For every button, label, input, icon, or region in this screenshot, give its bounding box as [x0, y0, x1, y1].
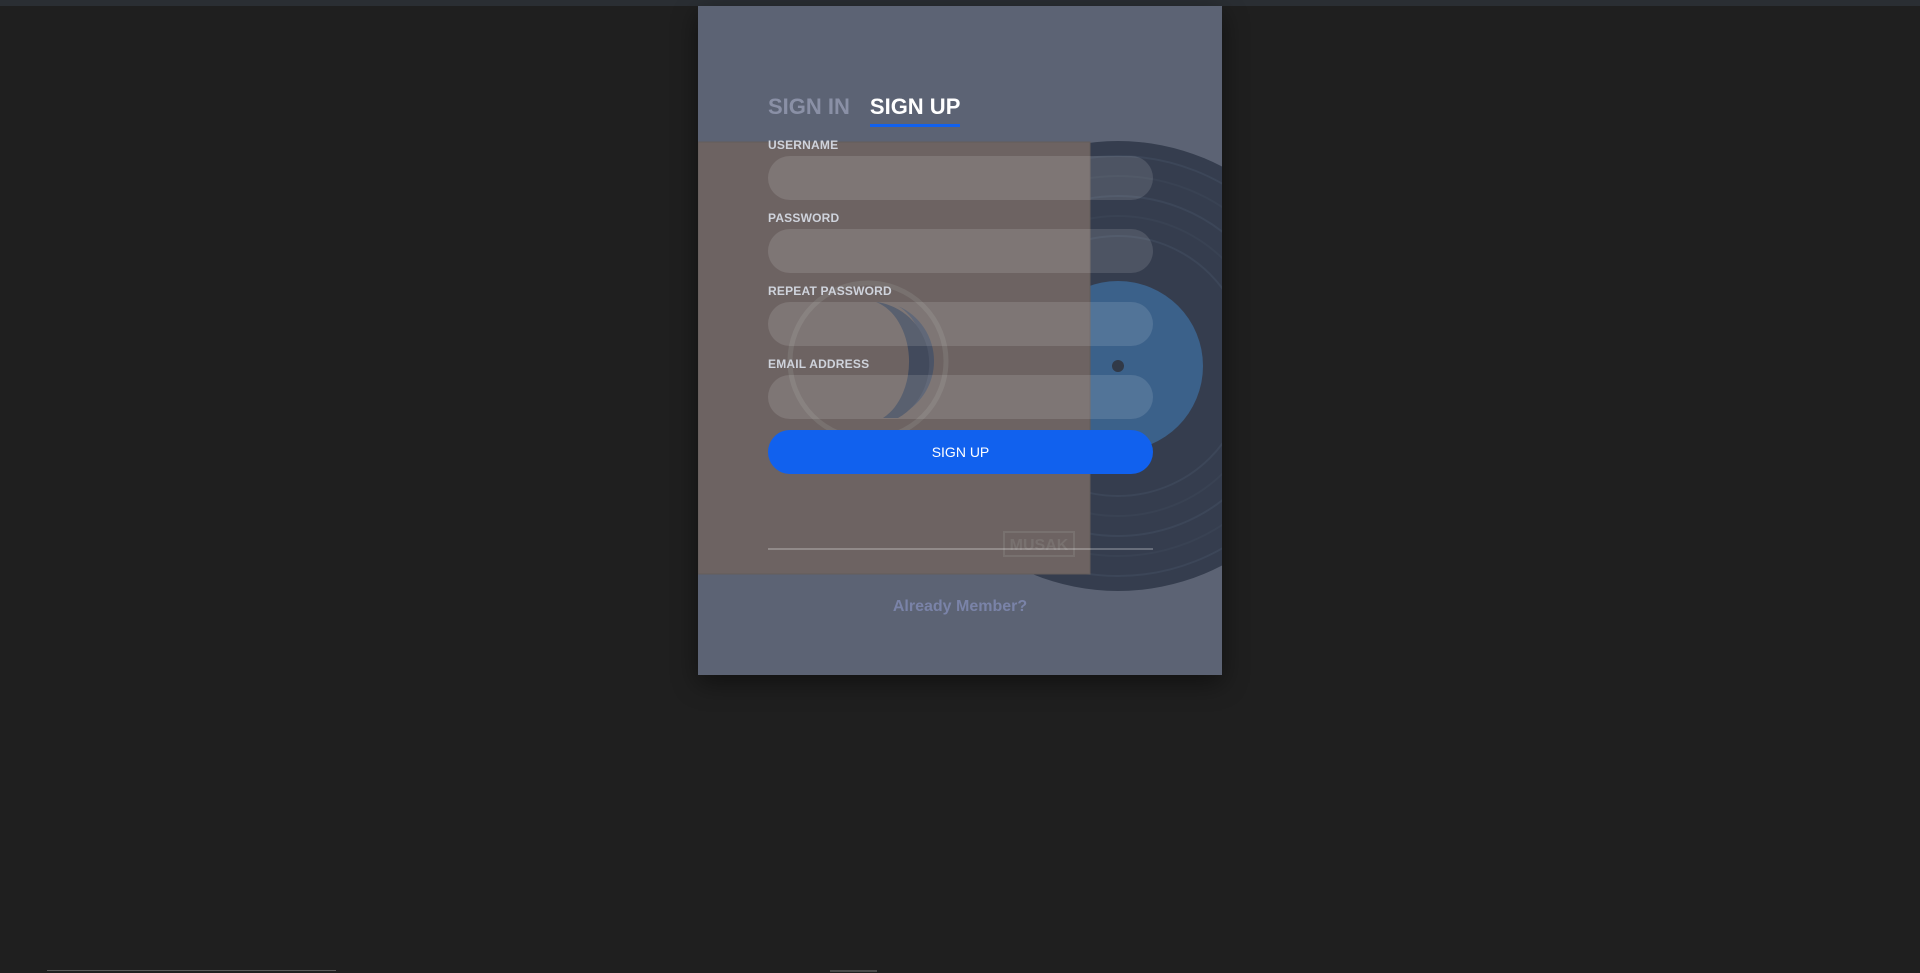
- repeat-password-input[interactable]: [768, 302, 1153, 346]
- username-field-group: USERNAME: [768, 138, 1153, 200]
- password-field-group: PASSWORD: [768, 211, 1153, 273]
- divider: [768, 548, 1153, 550]
- username-label: USERNAME: [768, 138, 839, 152]
- sleeve-logo-box: [1003, 531, 1075, 557]
- username-input[interactable]: [768, 156, 1153, 200]
- email-input[interactable]: [768, 375, 1153, 419]
- auth-tabs: SIGN IN SIGN UP: [768, 94, 961, 127]
- signup-card: MUSAK SIGN IN SIGN UP USERNAME PASSWORD …: [698, 6, 1222, 675]
- password-label: PASSWORD: [768, 211, 840, 225]
- tab-sign-in[interactable]: SIGN IN: [768, 94, 850, 127]
- tab-sign-up[interactable]: SIGN UP: [869, 94, 961, 127]
- sign-up-button[interactable]: SIGN UP: [768, 430, 1153, 474]
- email-field-group: EMAIL ADDRESS: [768, 357, 1153, 419]
- signup-form: USERNAME PASSWORD REPEAT PASSWORD EMAIL …: [768, 138, 1153, 474]
- bottom-scrollbar-track: [47, 970, 336, 971]
- bottom-scrollbar-thumb[interactable]: [830, 970, 877, 972]
- repeat-password-field-group: REPEAT PASSWORD: [768, 284, 1153, 346]
- email-label: EMAIL ADDRESS: [768, 357, 870, 371]
- sleeve-logo-text: MUSAK: [1010, 537, 1069, 554]
- already-member-link[interactable]: Already Member?: [698, 598, 1222, 616]
- password-input[interactable]: [768, 229, 1153, 273]
- repeat-password-label: REPEAT PASSWORD: [768, 284, 892, 298]
